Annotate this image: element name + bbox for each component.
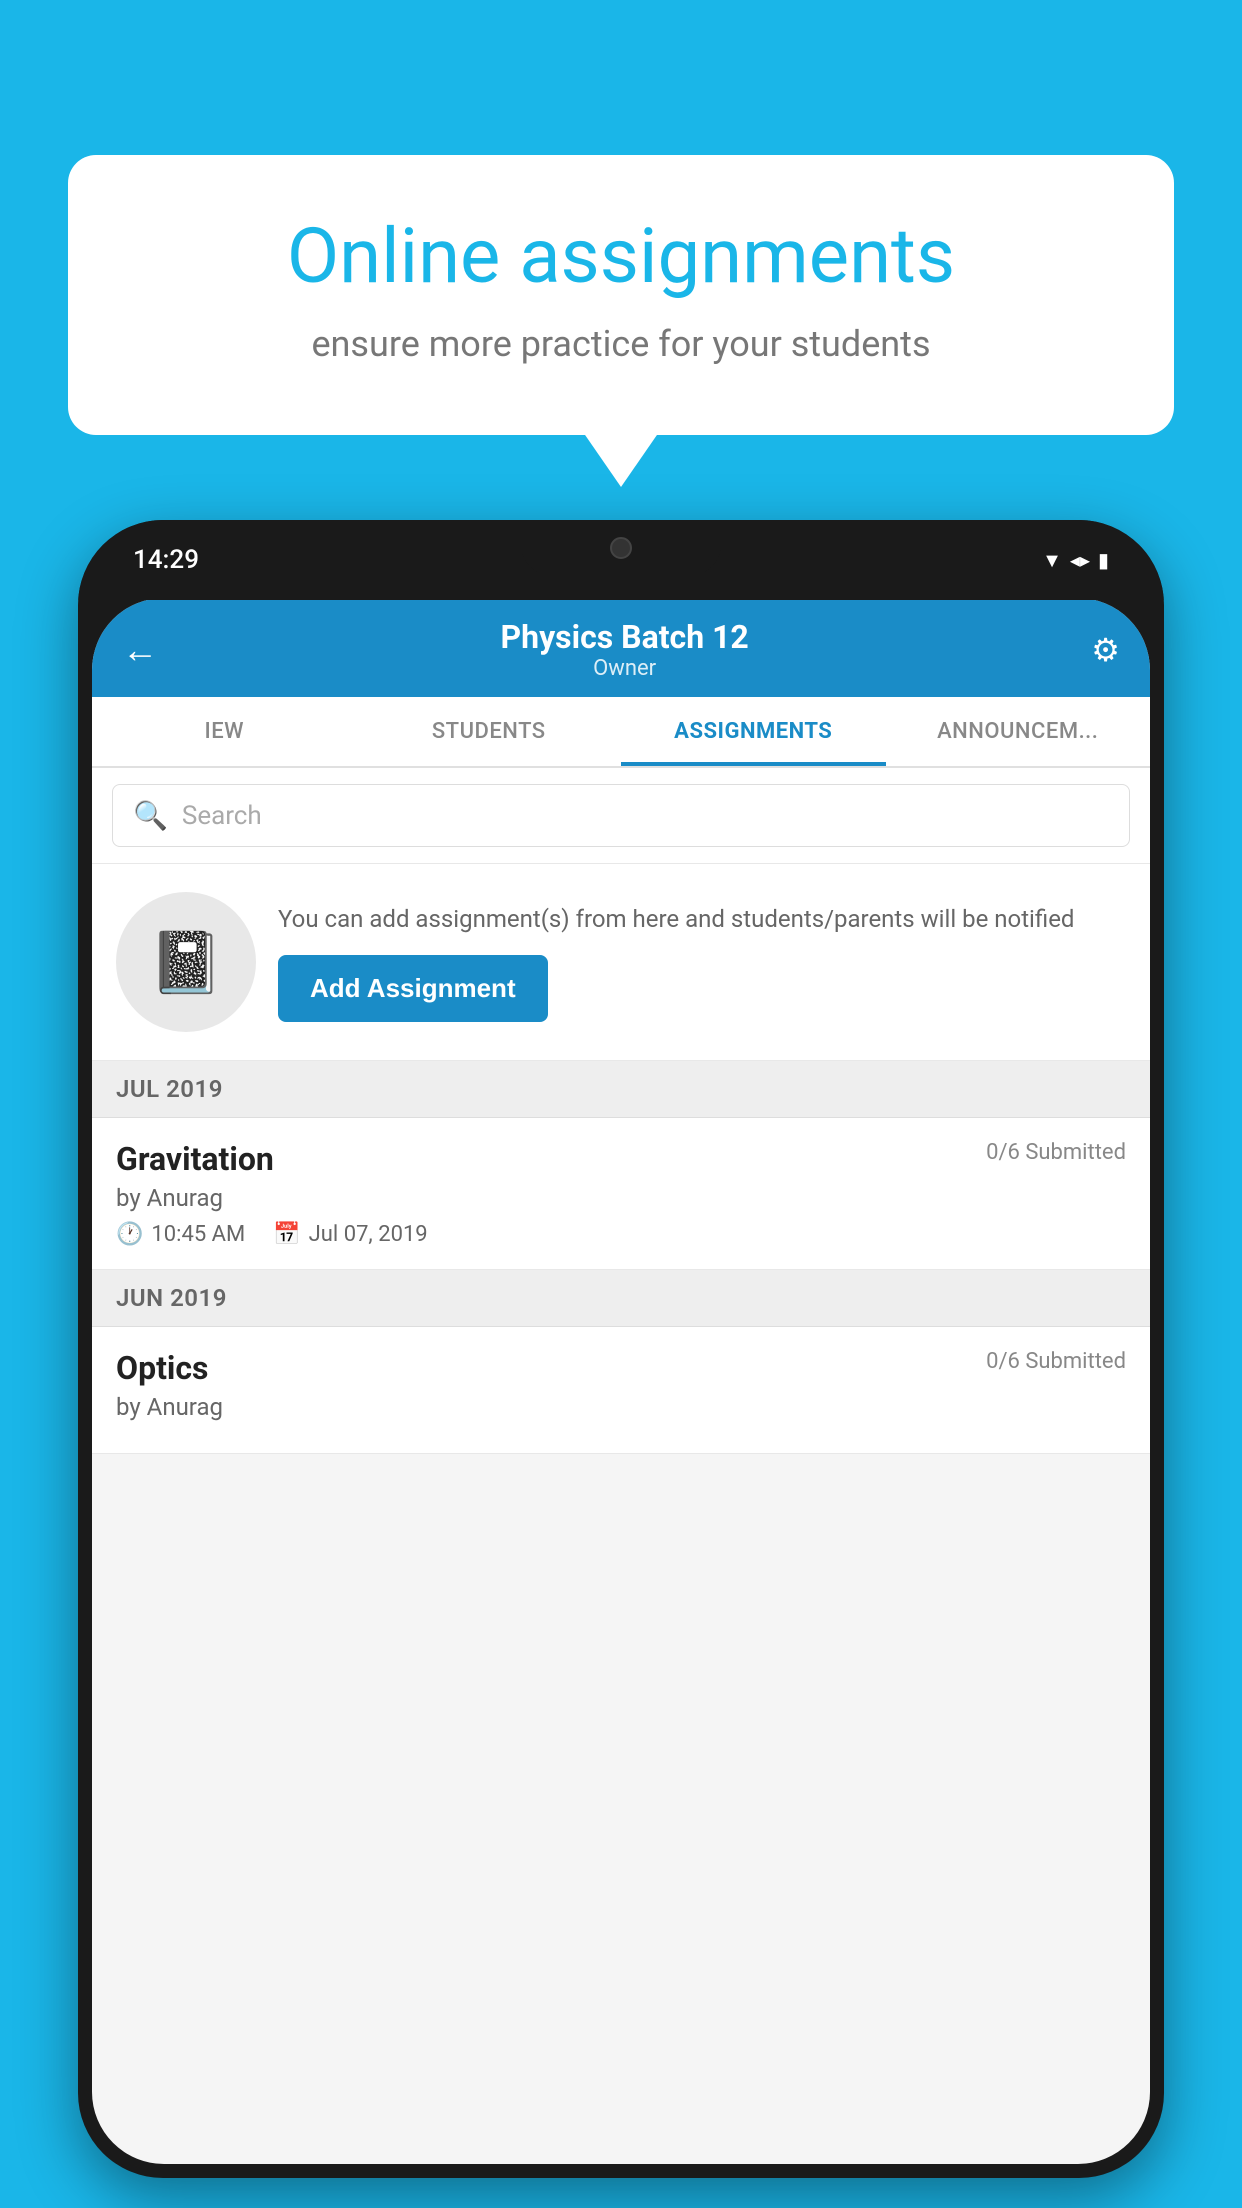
search-container: 🔍 Search xyxy=(92,768,1150,864)
assignment-meta: 🕐 10:45 AM 📅 Jul 07, 2019 xyxy=(116,1222,1126,1247)
assignment-submitted: 0/6 Submitted xyxy=(986,1140,1126,1165)
phone-screen: ← Physics Batch 12 Owner ⚙ IEW STUDENTS … xyxy=(92,598,1150,2164)
clock-icon: 🕐 xyxy=(116,1222,143,1247)
wifi-icon: ▼ xyxy=(1042,548,1062,573)
assignment-item-optics[interactable]: Optics 0/6 Submitted by Anurag xyxy=(92,1327,1150,1454)
speech-bubble-title: Online assignments xyxy=(138,215,1104,299)
meta-date: 📅 Jul 07, 2019 xyxy=(273,1222,427,1247)
search-icon: 🔍 xyxy=(133,799,168,832)
signal-icon: ◂▸ xyxy=(1070,548,1090,572)
promo-box: 📓 You can add assignment(s) from here an… xyxy=(92,864,1150,1061)
assignment-title-optics: Optics xyxy=(116,1349,208,1387)
assignment-submitted-optics: 0/6 Submitted xyxy=(986,1349,1126,1374)
speech-bubble: Online assignments ensure more practice … xyxy=(68,155,1174,435)
add-assignment-button[interactable]: Add Assignment xyxy=(278,955,548,1022)
promo-description: You can add assignment(s) from here and … xyxy=(278,902,1126,937)
app-header: ← Physics Batch 12 Owner ⚙ xyxy=(92,598,1150,697)
assignment-author: by Anurag xyxy=(116,1184,1126,1212)
battery-icon: ▮ xyxy=(1098,548,1109,572)
settings-icon[interactable]: ⚙ xyxy=(1091,631,1120,669)
section-header-jun: JUN 2019 xyxy=(92,1270,1150,1327)
promo-icon-circle: 📓 xyxy=(116,892,256,1032)
tab-assignments[interactable]: ASSIGNMENTS xyxy=(621,697,886,766)
speech-bubble-container: Online assignments ensure more practice … xyxy=(68,155,1174,435)
tabs-bar: IEW STUDENTS ASSIGNMENTS ANNOUNCEM... xyxy=(92,697,1150,768)
assignment-time: 10:45 AM xyxy=(151,1222,245,1247)
speech-bubble-subtitle: ensure more practice for your students xyxy=(138,323,1104,365)
search-placeholder: Search xyxy=(182,801,262,831)
phone-frame: 14:29 ▼ ◂▸ ▮ ← Physics Batch 12 Owner ⚙ … xyxy=(78,520,1164,2178)
assignment-item-gravitation[interactable]: Gravitation 0/6 Submitted by Anurag 🕐 10… xyxy=(92,1118,1150,1270)
front-camera xyxy=(610,537,632,559)
assignment-item-header: Gravitation 0/6 Submitted xyxy=(116,1140,1126,1178)
header-title-area: Physics Batch 12 Owner xyxy=(501,618,749,681)
tab-iew[interactable]: IEW xyxy=(92,697,357,766)
tab-students[interactable]: STUDENTS xyxy=(357,697,622,766)
phone-notch xyxy=(521,520,721,575)
assignment-item-header-optics: Optics 0/6 Submitted xyxy=(116,1349,1126,1387)
section-header-jul: JUL 2019 xyxy=(92,1061,1150,1118)
status-bar-time: 14:29 xyxy=(133,545,199,575)
assignment-title: Gravitation xyxy=(116,1140,274,1178)
assignment-author-optics: by Anurag xyxy=(116,1393,1126,1421)
meta-time: 🕐 10:45 AM xyxy=(116,1222,245,1247)
back-button[interactable]: ← xyxy=(122,629,158,671)
assignment-date: Jul 07, 2019 xyxy=(309,1222,428,1247)
status-bar: 14:29 ▼ ◂▸ ▮ xyxy=(78,520,1164,600)
status-icons: ▼ ◂▸ ▮ xyxy=(1042,548,1109,573)
search-bar[interactable]: 🔍 Search xyxy=(112,784,1130,847)
calendar-icon: 📅 xyxy=(273,1222,300,1247)
batch-title: Physics Batch 12 xyxy=(501,618,749,656)
tab-announcements[interactable]: ANNOUNCEM... xyxy=(886,697,1151,766)
notebook-icon: 📓 xyxy=(149,927,224,998)
promo-text-area: You can add assignment(s) from here and … xyxy=(278,902,1126,1022)
batch-subtitle: Owner xyxy=(501,656,749,681)
